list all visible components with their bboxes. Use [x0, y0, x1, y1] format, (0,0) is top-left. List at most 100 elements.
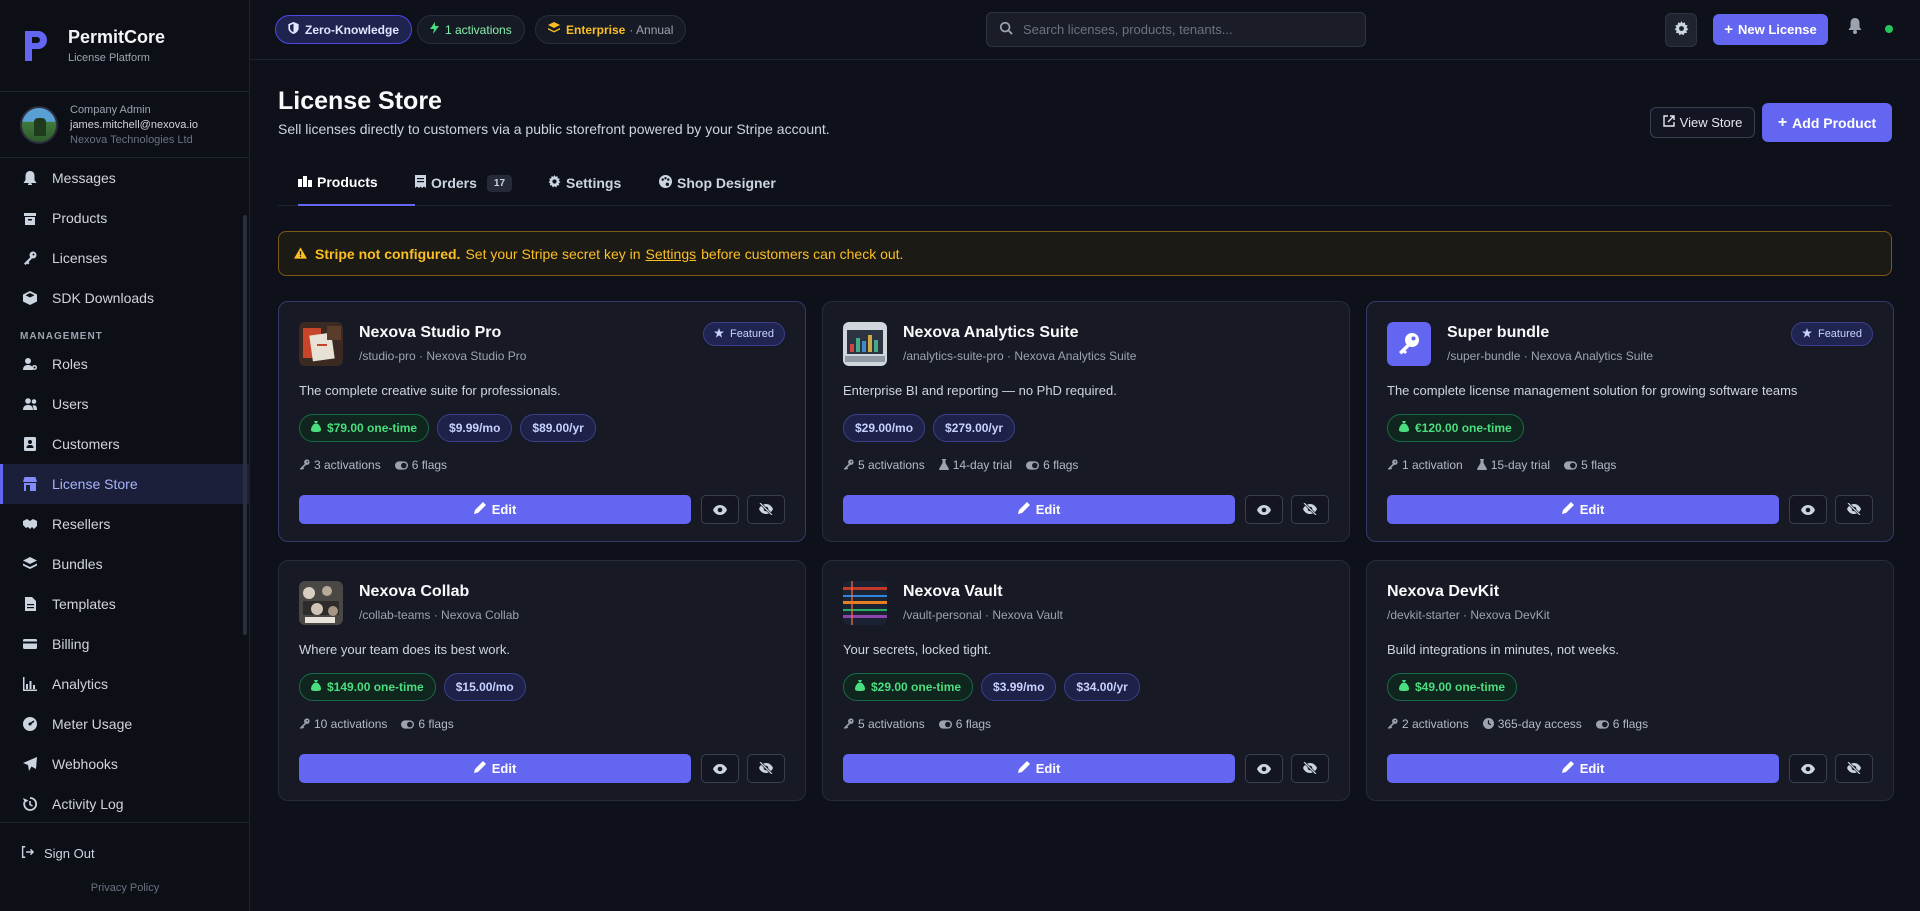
palette-icon: [659, 175, 672, 191]
product-meta: 1 activation 15-day trial 5 flags: [1387, 458, 1616, 473]
meta-text: 2 activations: [1402, 717, 1469, 731]
brand[interactable]: PermitCore License Platform: [0, 0, 249, 92]
sidebar-item-billing[interactable]: Billing: [0, 624, 250, 664]
sidebar-item-analytics[interactable]: Analytics: [0, 664, 250, 704]
sidebar-item-licenses[interactable]: Licenses: [0, 238, 250, 278]
search-input[interactable]: [1023, 22, 1353, 37]
hide-product-button[interactable]: [1835, 495, 1873, 524]
meta-item: 6 flags: [401, 717, 454, 732]
key-icon: [843, 459, 854, 473]
box-icon: [22, 210, 38, 226]
sidebar-item-templates[interactable]: Templates: [0, 584, 250, 624]
gear-icon: [1674, 21, 1689, 39]
new-license-button[interactable]: + New License: [1713, 14, 1828, 45]
theme-settings-button[interactable]: [1665, 13, 1697, 47]
hide-product-button[interactable]: [747, 495, 785, 524]
featured-badge: Featured: [702, 322, 785, 346]
privacy-policy-link[interactable]: Privacy Policy: [0, 882, 250, 894]
price-one-time: $49.00 one-time: [1387, 673, 1518, 701]
sidebar-item-products[interactable]: Products: [0, 198, 250, 238]
edit-product-button[interactable]: Edit: [1387, 495, 1779, 524]
sidebar-item-activity-log[interactable]: Activity Log: [0, 784, 250, 824]
activations-badge[interactable]: 1 activations: [417, 15, 525, 44]
zero-knowledge-badge[interactable]: Zero-Knowledge: [275, 15, 413, 44]
hide-product-button[interactable]: [1291, 495, 1329, 524]
price-list: $29.00/mo $279.00/yr: [843, 414, 1016, 442]
meta-text: 6 flags: [411, 458, 448, 472]
price-one-time: $79.00 one-time: [299, 414, 430, 442]
preview-product-button[interactable]: [1789, 754, 1827, 783]
pencil-icon: [1017, 502, 1030, 517]
tab-shop-designer[interactable]: Shop Designer: [659, 160, 776, 206]
plus-icon: +: [1777, 113, 1788, 131]
price-subscription: $15.00/mo: [443, 673, 526, 701]
eye-slash-icon: [1847, 760, 1861, 777]
eye-icon: [1257, 761, 1271, 777]
product-slug: /analytics-suite-pro · Nexova Analytics …: [903, 349, 1137, 363]
zero-knowledge-label: Zero-Knowledge: [305, 22, 400, 37]
key-icon: [22, 250, 38, 266]
preview-product-button[interactable]: [701, 754, 739, 783]
plan-label: Enterprise: [566, 22, 626, 37]
layers-icon: [22, 556, 38, 572]
product-description: Enterprise BI and reporting — no PhD req…: [843, 383, 1117, 398]
price-subscription: $279.00/yr: [933, 414, 1016, 442]
sidebar-item-roles[interactable]: Roles: [0, 344, 250, 384]
meta-item: 365-day access: [1482, 717, 1582, 732]
bolt-icon: [430, 22, 439, 37]
hide-product-button[interactable]: [1835, 754, 1873, 783]
meta-text: 6 flags: [1043, 458, 1079, 472]
sidebar-item-webhooks[interactable]: Webhooks: [0, 744, 250, 784]
sidebar-item-license-store[interactable]: License Store: [0, 464, 250, 504]
alert-settings-link[interactable]: Settings: [646, 246, 697, 262]
key-icon: [1387, 459, 1398, 473]
handshake-icon: [22, 516, 38, 532]
tab-settings[interactable]: Settings: [548, 160, 621, 206]
hide-product-button[interactable]: [747, 754, 785, 783]
notifications-bell-icon[interactable]: [1848, 18, 1862, 37]
preview-product-button[interactable]: [701, 495, 739, 524]
sidebar-item-sdk-downloads[interactable]: SDK Downloads: [0, 278, 250, 318]
eye-icon: [713, 761, 727, 777]
preview-product-button[interactable]: [1245, 495, 1283, 524]
product-card: Nexova DevKit/devkit-starter · Nexova De…: [1366, 560, 1894, 801]
add-product-button[interactable]: + Add Product: [1762, 103, 1892, 142]
sidebar-item-messages[interactable]: Messages: [0, 158, 250, 198]
product-meta: 3 activations 6 flags: [299, 458, 447, 473]
price-one-time-label: €120.00 one-time: [1415, 421, 1512, 435]
sidebar-item-meter-usage[interactable]: Meter Usage: [0, 704, 250, 744]
view-store-button[interactable]: View Store: [1650, 107, 1755, 138]
tab-products[interactable]: Products: [298, 160, 415, 206]
sidebar-item-bundles[interactable]: Bundles: [0, 544, 250, 584]
sign-out-button[interactable]: Sign Out: [0, 823, 250, 883]
money-bag-icon: [311, 680, 321, 694]
sidebar-item-label: Billing: [52, 636, 90, 652]
preview-product-button[interactable]: [1789, 495, 1827, 524]
meta-text: 5 activations: [858, 458, 925, 472]
meta-item: 5 activations: [843, 717, 925, 732]
edit-product-button[interactable]: Edit: [843, 754, 1235, 783]
edit-product-button[interactable]: Edit: [1387, 754, 1779, 783]
user-org: Nexova Technologies Ltd: [70, 133, 193, 146]
search-bar[interactable]: [986, 12, 1366, 47]
meta-item: 10 activations: [299, 717, 387, 732]
product-thumbnail: [843, 322, 887, 366]
plan-badge[interactable]: Enterprise · Annual: [535, 15, 687, 44]
edit-product-button[interactable]: Edit: [299, 754, 691, 783]
sidebar-item-users[interactable]: Users: [0, 384, 250, 424]
tab-orders[interactable]: Orders 17: [415, 160, 513, 206]
preview-product-button[interactable]: [1245, 754, 1283, 783]
hide-product-button[interactable]: [1291, 754, 1329, 783]
user-profile[interactable]: Company Admin james.mitchell@nexova.io N…: [0, 92, 249, 158]
sidebar-item-resellers[interactable]: Resellers: [0, 504, 250, 544]
product-title: Nexova Analytics Suite: [903, 324, 1079, 341]
sidebar-scrollbar[interactable]: [243, 215, 247, 635]
meta-text: 6 flags: [1612, 717, 1649, 731]
pencil-icon: [1561, 761, 1574, 776]
store-icon: [22, 476, 38, 492]
sidebar-item-customers[interactable]: Customers: [0, 424, 250, 464]
edit-product-button[interactable]: Edit: [299, 495, 691, 524]
add-product-label: Add Product: [1792, 114, 1877, 131]
edit-product-button[interactable]: Edit: [843, 495, 1235, 524]
product-thumbnail: [1387, 322, 1431, 366]
